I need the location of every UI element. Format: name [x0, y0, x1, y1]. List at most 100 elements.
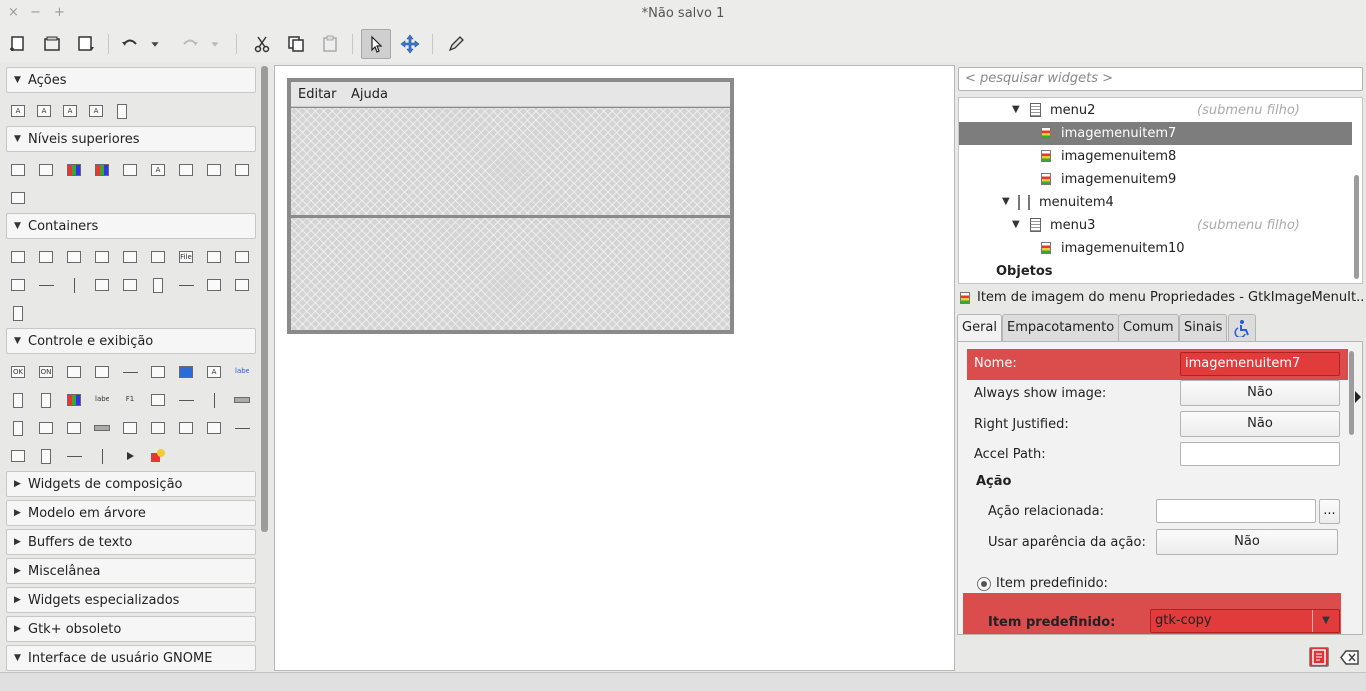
- palette-category-acoes[interactable]: ▼ Ações: [6, 67, 256, 93]
- widget-search-input[interactable]: < pesquisar widgets >: [958, 67, 1363, 91]
- tree-row-imagemenuitem7[interactable]: imagemenuitem7: [959, 122, 1352, 145]
- palette-expander-icon[interactable]: [176, 275, 196, 295]
- palette-link-button-icon[interactable]: label: [232, 362, 252, 382]
- palette-font-button-icon[interactable]: A: [204, 362, 224, 382]
- clear-button[interactable]: [1340, 649, 1360, 666]
- palette-color-button-icon[interactable]: [176, 362, 196, 382]
- item-predefinido-radio[interactable]: [977, 577, 991, 591]
- undo-button[interactable]: [116, 30, 144, 58]
- item-predefinido-combo[interactable]: gtk-copy ▼: [1150, 609, 1340, 633]
- redo-dropdown-button[interactable]: [206, 30, 224, 58]
- tree-row-imagemenuitem9[interactable]: imagemenuitem9: [959, 168, 1352, 191]
- palette-category-widgets-composicao[interactable]: ▶ Widgets de composição: [6, 471, 256, 497]
- palette-window-icon[interactable]: [8, 160, 28, 180]
- palette-message-dialog-icon[interactable]: [204, 160, 224, 180]
- palette-menubar-icon[interactable]: File: [176, 247, 196, 267]
- palette-hseparator2-icon[interactable]: [64, 446, 84, 466]
- tree-row-imagemenuitem8[interactable]: imagemenuitem8: [959, 145, 1352, 168]
- palette-alignment-icon[interactable]: [8, 303, 28, 323]
- dock-button[interactable]: [1309, 647, 1329, 667]
- palette-text-view-icon[interactable]: [120, 418, 140, 438]
- palette-cell-view-icon[interactable]: [36, 446, 56, 466]
- undo-dropdown-button[interactable]: [146, 30, 164, 58]
- edit-mode-button[interactable]: [442, 30, 470, 58]
- palette-scrollbar[interactable]: [261, 66, 268, 532]
- tree-row-menuitem4[interactable]: ▼ menuitem4: [959, 191, 1352, 214]
- expander-icon[interactable]: ▼: [1012, 104, 1020, 115]
- palette-vscale-icon[interactable]: [204, 390, 224, 410]
- palette-vbuttonbox-icon[interactable]: [64, 275, 84, 295]
- palette-scrolled-window-icon[interactable]: [232, 275, 252, 295]
- palette-spin-button-icon[interactable]: [92, 362, 112, 382]
- palette-volume-button-icon[interactable]: [36, 390, 56, 410]
- expander-icon[interactable]: ▼: [1012, 219, 1020, 230]
- open-project-button[interactable]: [38, 30, 66, 58]
- palette-category-niveis-superiores[interactable]: ▼ Níveis superiores: [6, 126, 256, 152]
- tree-row-imagemenuitem10[interactable]: imagemenuitem10: [959, 237, 1352, 260]
- palette-aspect-frame-icon[interactable]: [148, 247, 168, 267]
- placeholder-slot[interactable]: [291, 108, 730, 215]
- palette-vpaned-icon[interactable]: [8, 275, 28, 295]
- menu-ajuda[interactable]: Ajuda: [351, 87, 388, 102]
- cut-button[interactable]: [248, 30, 276, 58]
- palette-icon-view-icon[interactable]: [176, 418, 196, 438]
- always-show-image-toggle[interactable]: Não: [1180, 380, 1340, 406]
- palette-hscrollbar-icon[interactable]: [232, 390, 252, 410]
- select-mode-button[interactable]: [361, 29, 391, 59]
- acao-relacionada-browse-button[interactable]: ...: [1319, 499, 1340, 524]
- palette-statusbar-icon[interactable]: [204, 418, 224, 438]
- palette-button-icon[interactable]: OK: [8, 362, 28, 382]
- nome-input[interactable]: imagemenuitem7: [1180, 352, 1340, 376]
- palette-vseparator-icon[interactable]: [92, 446, 112, 466]
- tab-sinais[interactable]: Sinais: [1179, 314, 1228, 342]
- palette-scale-button-icon[interactable]: [8, 390, 28, 410]
- palette-label-icon[interactable]: label: [92, 390, 112, 410]
- palette-frame-icon[interactable]: [120, 247, 140, 267]
- palette-viewport-icon[interactable]: [204, 275, 224, 295]
- palette-hbuttonbox-icon[interactable]: [36, 275, 56, 295]
- palette-table-icon[interactable]: [64, 247, 84, 267]
- palette-toggle-action-icon[interactable]: A: [34, 101, 54, 121]
- palette-check-button-icon[interactable]: [64, 362, 84, 382]
- expander-icon[interactable]: ▼: [1002, 196, 1010, 207]
- chevron-down-icon[interactable]: ▼: [1312, 610, 1339, 632]
- properties-scrollbar[interactable]: [1349, 351, 1354, 435]
- paste-button[interactable]: [316, 30, 344, 58]
- palette-event-box-icon[interactable]: [148, 275, 168, 295]
- tab-empacotamento[interactable]: Empacotamento: [1002, 314, 1120, 342]
- accel-path-input[interactable]: [1180, 442, 1340, 466]
- tree-row-objetos[interactable]: Objetos: [959, 260, 1352, 283]
- palette-font-dialog-icon[interactable]: A: [148, 160, 168, 180]
- palette-assistant-icon[interactable]: [232, 160, 252, 180]
- palette-category-widgets-especializados[interactable]: ▶ Widgets especializados: [6, 587, 256, 613]
- palette-category-gtk-obsoleto[interactable]: ▶ Gtk+ obsoleto: [6, 616, 256, 642]
- tab-geral[interactable]: Geral: [957, 314, 1002, 343]
- scroll-right-arrow-icon[interactable]: [1355, 390, 1361, 404]
- palette-category-buffers-texto[interactable]: ▶ Buffers de texto: [6, 529, 256, 555]
- palette-hscale-icon[interactable]: [176, 390, 196, 410]
- menu-editar[interactable]: Editar: [298, 87, 337, 102]
- palette-category-miscelanea[interactable]: ▶ Miscelânea: [6, 558, 256, 584]
- palette-radio-action-icon[interactable]: A: [60, 101, 80, 121]
- copy-button[interactable]: [282, 30, 310, 58]
- palette-file-chooser-button-icon[interactable]: [148, 362, 168, 382]
- palette-category-modelo-arvore[interactable]: ▶ Modelo em árvore: [6, 500, 256, 526]
- palette-category-containers[interactable]: ▼ Containers: [6, 213, 256, 239]
- palette-progress-bar-icon[interactable]: [92, 418, 112, 438]
- tree-scrollbar[interactable]: [1354, 175, 1359, 279]
- palette-offscreen-window-icon[interactable]: [8, 188, 28, 208]
- palette-tree-view-icon[interactable]: [148, 418, 168, 438]
- palette-action-group-icon[interactable]: [112, 101, 132, 121]
- palette-combo-box-icon[interactable]: [36, 418, 56, 438]
- palette-radio-button-icon[interactable]: [120, 362, 140, 382]
- palette-accel-label-icon[interactable]: F1: [120, 390, 140, 410]
- palette-action-icon[interactable]: A: [8, 101, 28, 121]
- palette-layout-icon[interactable]: [92, 275, 112, 295]
- palette-input-dialog-icon[interactable]: [176, 160, 196, 180]
- palette-drawing-area-icon[interactable]: [148, 446, 168, 466]
- palette-calendar-icon[interactable]: [8, 446, 28, 466]
- palette-file-dialog-icon[interactable]: [120, 160, 140, 180]
- palette-about-dialog-icon[interactable]: [64, 160, 84, 180]
- palette-notebook-icon[interactable]: [92, 247, 112, 267]
- palette-image-icon[interactable]: [64, 390, 84, 410]
